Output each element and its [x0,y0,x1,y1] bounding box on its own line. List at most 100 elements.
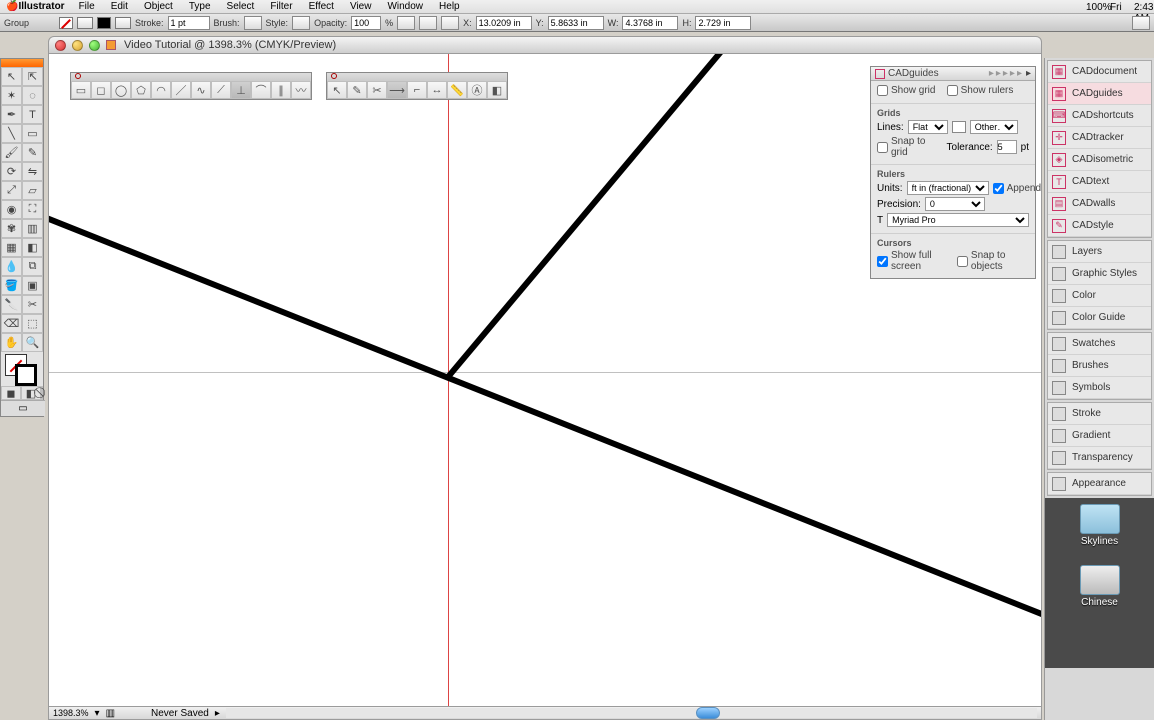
dock-transparency[interactable]: Transparency [1048,447,1151,469]
cad-rect-tool[interactable]: ▭ [71,81,91,99]
menu-file[interactable]: File [79,1,95,12]
menu-view[interactable]: View [350,1,372,12]
cad-label-tool[interactable]: Ⓐ [467,81,487,99]
gradient-mode[interactable]: ◧ [21,386,41,400]
brush-dropdown[interactable] [244,16,262,30]
dock-cadshortcuts[interactable]: ⌨CADshortcuts [1048,105,1151,127]
dock-cadguides[interactable]: ▦CADguides [1048,83,1151,105]
dock-cadwalls[interactable]: ▤CADwalls [1048,193,1151,215]
minimize-button[interactable] [72,40,83,51]
dock-layers[interactable]: Layers [1048,241,1151,263]
mesh-tool[interactable]: ▦ [1,238,22,257]
cad-select-tool[interactable]: ↖ [327,81,347,99]
dock-swatches[interactable]: Swatches [1048,333,1151,355]
dock-stroke[interactable]: Stroke [1048,403,1151,425]
dock-gradient[interactable]: Gradient [1048,425,1151,447]
font-select[interactable]: Myriad Pro [887,213,1029,227]
symbol-sprayer-tool[interactable]: ✾ [1,219,22,238]
menu-edit[interactable]: Edit [111,1,128,12]
dock-cadtext[interactable]: TCADtext [1048,171,1151,193]
menu-object[interactable]: Object [144,1,173,12]
menu-filter[interactable]: Filter [270,1,292,12]
zoom-dropdown-icon[interactable]: ▾ [95,708,100,719]
hand-tool[interactable]: ✋ [1,333,22,352]
show-rulers-checkbox[interactable]: Show rulers [947,85,1014,96]
show-grid-checkbox[interactable]: Show grid [877,85,935,96]
dock-cadtracker[interactable]: ✛CADtracker [1048,127,1151,149]
grid-color-swatch[interactable] [952,121,966,133]
fill-dropdown[interactable] [77,17,93,29]
folder-chinese[interactable]: Chinese [1080,565,1120,608]
fill-stroke-indicator[interactable] [1,352,43,386]
lines-select[interactable]: Flat [908,120,948,134]
type-tool[interactable]: T [22,105,43,124]
nav-icon[interactable]: ▥ [106,708,115,719]
cad-perpendicular-tool[interactable]: ⊥ [231,81,251,99]
cad-dimension-tool[interactable]: ↔ [427,81,447,99]
direct-selection-tool[interactable]: ⇱ [22,67,43,86]
paintbrush-tool[interactable]: 🖌 [1,143,22,162]
pen-tool[interactable]: ✒ [1,105,22,124]
append-checkbox[interactable]: Append [993,183,1041,194]
show-full-screen-checkbox[interactable]: Show full screen [877,250,953,272]
close-button[interactable] [55,40,66,51]
cad-square-tool[interactable]: ◻ [91,81,111,99]
cad-trim-tool[interactable]: ✂ [367,81,387,99]
cad-callout-tool[interactable]: ◧ [487,81,507,99]
scissors-tool[interactable]: ✂ [22,295,43,314]
path-line-b[interactable] [446,54,746,379]
cad-arc-tool[interactable]: ◠ [151,81,171,99]
stroke-weight-input[interactable] [168,16,210,30]
cad-polygon-tool[interactable]: ⬠ [131,81,151,99]
toolbar-grip[interactable] [71,73,311,81]
none-mode[interactable]: ⃠ [41,386,43,400]
scrollbar-thumb[interactable] [696,707,720,719]
pencil-tool[interactable]: ✎ [22,143,43,162]
folder-skylines[interactable]: Skylines [1080,504,1120,547]
w-input[interactable] [622,16,678,30]
eraser-tool[interactable]: ⌫ [1,314,22,333]
menu-select[interactable]: Select [227,1,255,12]
stroke-dropdown[interactable] [115,17,131,29]
h-input[interactable] [695,16,751,30]
stroke-indicator[interactable] [15,364,37,386]
panel-menu-icon[interactable]: ▸ [1026,68,1031,79]
zoom-level[interactable]: 1398.3% [53,708,89,718]
other-select[interactable]: Other… [970,120,1018,134]
opacity-input[interactable] [351,16,381,30]
reflect-tool[interactable]: ⇋ [22,162,43,181]
zoom-tool[interactable]: 🔍 [22,333,43,352]
stroke-swatch[interactable] [97,17,111,29]
fill-swatch[interactable] [59,17,73,29]
horizontal-scrollbar[interactable] [226,708,1037,718]
slice-tool[interactable]: 🔪 [1,295,22,314]
dock-color[interactable]: Color [1048,285,1151,307]
dock-symbols[interactable]: Symbols [1048,377,1151,399]
snap-to-grid-checkbox[interactable]: Snap to grid [877,136,943,158]
cad-fillet-tool[interactable]: ⌐ [407,81,427,99]
cad-polyline-tool[interactable]: ⟋ [211,81,231,99]
warp-tool[interactable]: ◉ [1,200,22,219]
y-input[interactable] [548,16,604,30]
live-paint-select-tool[interactable]: ▣ [22,276,43,295]
menu-type[interactable]: Type [189,1,211,12]
scale-tool[interactable]: ⤢ [1,181,22,200]
toolbar-grip[interactable] [327,73,507,81]
selection-tool[interactable]: ↖ [1,67,22,86]
blend-tool[interactable]: ⧉ [22,257,43,276]
graph-tool[interactable]: ▥ [22,219,43,238]
shear-tool[interactable]: ▱ [22,181,43,200]
crop-area-tool[interactable]: ⬚ [22,314,43,333]
style-dropdown[interactable] [292,16,310,30]
cad-line-tool[interactable]: ／ [171,81,191,99]
recolor-button[interactable] [397,16,415,30]
tolerance-input[interactable] [997,140,1017,154]
cad-parallel-tool[interactable]: ∥ [271,81,291,99]
lasso-tool[interactable]: ◌ [22,86,43,105]
zoom-button[interactable] [89,40,100,51]
gradient-tool[interactable]: ◧ [22,238,43,257]
cad-circle-tool[interactable]: ◯ [111,81,131,99]
dock-color-guide[interactable]: Color Guide [1048,307,1151,329]
align-button[interactable] [419,16,437,30]
dock-graphic-styles[interactable]: Graphic Styles [1048,263,1151,285]
